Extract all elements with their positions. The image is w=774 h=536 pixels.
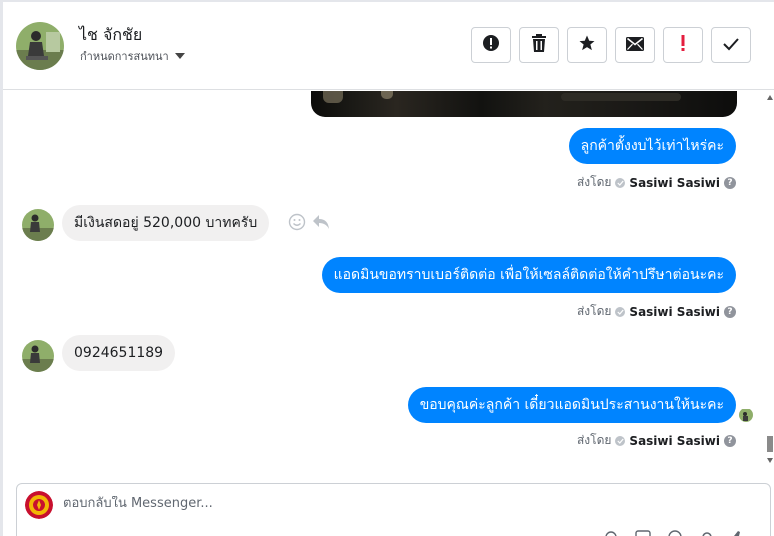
assign-conversation-dropdown[interactable]: กำหนดการสนทนา <box>80 47 185 65</box>
mark-done-button[interactable] <box>711 27 751 63</box>
customer-avatar[interactable] <box>22 209 54 241</box>
message-tools <box>288 213 330 235</box>
gear-icon[interactable] <box>698 528 716 536</box>
sender-name[interactable]: Sasiwi Sasiwi <box>629 434 720 448</box>
envelope-icon <box>626 36 644 55</box>
reply-input[interactable] <box>63 496 563 511</box>
assign-label: กำหนดการสนทนา <box>80 50 169 63</box>
verified-check-icon <box>615 435 626 446</box>
exclamation-red-icon <box>680 34 686 56</box>
scroll-down-arrow-icon[interactable] <box>767 458 773 463</box>
sent-by-label: ส่งโดย <box>576 175 612 189</box>
incoming-message-bubble[interactable]: 0924651189 <box>62 335 176 371</box>
mark-unread-button[interactable] <box>615 27 655 63</box>
help-icon[interactable]: ? <box>724 305 736 318</box>
reply-composer <box>16 483 771 536</box>
scroll-thumb[interactable] <box>767 436 773 452</box>
delete-button[interactable] <box>519 27 559 63</box>
sent-by-label: ส่งโดย <box>576 304 612 318</box>
shared-photo-attachment[interactable] <box>311 91 737 117</box>
verified-check-icon <box>615 177 626 188</box>
sender-name[interactable]: Sasiwi Sasiwi <box>629 305 720 319</box>
image-icon[interactable] <box>634 528 652 536</box>
star-icon <box>578 34 596 56</box>
customer-avatar[interactable] <box>22 340 54 372</box>
contact-name[interactable]: ไช จักชัย <box>79 23 142 48</box>
verified-check-icon <box>615 306 626 317</box>
reaction-smiley-icon[interactable] <box>288 213 306 235</box>
help-icon[interactable]: ? <box>724 434 736 447</box>
message-thread[interactable]: ลูกค้าตั้งงบไว้เท่าไหร่คะ ส่งโดย Sasiwi … <box>3 91 766 472</box>
thread-scrollbar[interactable] <box>766 91 774 472</box>
follow-up-button[interactable] <box>663 27 703 63</box>
exclamation-circle-icon <box>482 34 500 56</box>
page-avatar <box>25 491 53 519</box>
outgoing-message-bubble[interactable]: แอดมินขอทราบเบอร์ติดต่อ เพื่อให้เซลล์ติด… <box>321 257 736 293</box>
outgoing-message-bubble[interactable]: ลูกค้าตั้งงบไว้เท่าไหร่คะ <box>568 128 736 164</box>
incoming-message-bubble[interactable]: มีเงินสดอยู่ 520,000 บาทครับ <box>62 205 270 241</box>
sent-by-line: ส่งโดย Sasiwi Sasiwi ? <box>577 302 736 321</box>
composer-tools <box>602 528 748 536</box>
scroll-up-arrow-icon[interactable] <box>767 95 773 100</box>
mark-spam-button[interactable] <box>471 27 511 63</box>
like-icon[interactable] <box>730 528 748 536</box>
trash-icon <box>531 34 547 56</box>
conversation-header: ไช จักชัย กำหนดการสนทนา <box>3 2 774 90</box>
reply-arrow-icon[interactable] <box>312 214 330 234</box>
emoji-icon[interactable] <box>666 528 684 536</box>
seen-by-avatar <box>739 408 753 422</box>
contact-avatar[interactable] <box>16 22 64 70</box>
sender-name[interactable]: Sasiwi Sasiwi <box>629 176 720 190</box>
outgoing-message-bubble[interactable]: ขอบคุณค่ะลูกค้า เดี๋ยวแอดมินประสานงานให้… <box>407 387 736 423</box>
caret-down-icon <box>174 53 185 59</box>
conversation-actions <box>471 27 751 63</box>
help-icon[interactable]: ? <box>724 176 736 189</box>
sent-by-line: ส่งโดย Sasiwi Sasiwi ? <box>577 431 736 450</box>
attachment-icon[interactable] <box>602 528 620 536</box>
sent-by-line: ส่งโดย Sasiwi Sasiwi ? <box>577 173 736 192</box>
star-button[interactable] <box>567 27 607 63</box>
check-icon <box>722 36 740 55</box>
sent-by-label: ส่งโดย <box>576 433 612 447</box>
